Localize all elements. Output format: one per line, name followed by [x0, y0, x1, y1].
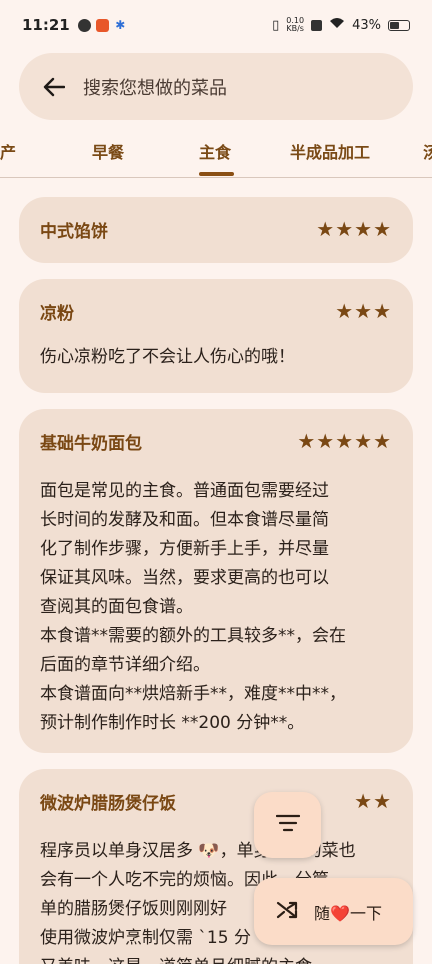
tab-semi-finished[interactable]: 半成品加工 [290, 139, 370, 163]
sort-icon [275, 814, 300, 836]
system-icons: ▯ 0.10 KB/s 43% [272, 17, 410, 33]
battery-percent: 43% [352, 17, 381, 33]
status-bar: 11:21 ✱ ▯ 0.10 KB/s 43% [0, 0, 432, 50]
shuffle-icon [276, 900, 298, 924]
app-notification-icon [95, 18, 109, 32]
recipe-title: 凉粉 [40, 303, 74, 324]
recipe-title: 微波炉腊肠煲仔饭 [40, 793, 176, 814]
sort-button[interactable] [254, 792, 321, 858]
recipe-card[interactable]: 基础牛奶面包 ★★★★★ 面包是常见的主食。普通面包需要经过 长时间的发酵及和面… [19, 409, 413, 753]
label-pre: 随 [314, 903, 331, 923]
selected-tab-indicator [199, 172, 234, 176]
bluetooth-icon: ✱ [115, 17, 126, 32]
recipe-card[interactable]: 凉粉 ★★★ 伤心凉粉吃了不会让人伤心的哦！ [19, 279, 413, 393]
tab-breakfast[interactable]: 早餐 [92, 139, 124, 163]
category-tabs: 产 早餐 主食 半成品加工 汤 [0, 120, 432, 178]
battery-icon [388, 19, 410, 31]
star-rating: ★★ [354, 789, 392, 813]
label-post: 一下 [349, 903, 382, 923]
search-bar[interactable]: 搜索您想做的菜品 [19, 53, 413, 120]
sim-icon [311, 19, 323, 31]
recipe-title: 中式馅饼 [40, 221, 108, 242]
recipe-title: 基础牛奶面包 [40, 433, 142, 454]
recipe-description: 伤心凉粉吃了不会让人伤心的哦！ [40, 347, 295, 367]
star-rating: ★★★★★ [297, 429, 392, 453]
tab-partial-left[interactable]: 产 [0, 139, 16, 163]
recipe-description: 面包是常见的主食。普通面包需要经过 长时间的发酵及和面。但本食谱尽量简 化了制作… [40, 481, 346, 733]
random-button-label: 随❤️一下 [314, 900, 382, 924]
search-input[interactable]: 搜索您想做的菜品 [83, 74, 227, 100]
network-speed: 0.10 KB/s [286, 17, 304, 33]
tab-staple[interactable]: 主食 [199, 139, 231, 163]
net-speed-unit: KB/s [286, 24, 304, 33]
recipe-card[interactable]: 中式馅饼 ★★★★ [19, 197, 413, 263]
random-recipe-button[interactable]: 随❤️一下 [254, 878, 413, 945]
wifi-icon [329, 17, 345, 33]
notification-icons: ✱ [77, 17, 127, 32]
status-time: 11:21 [22, 16, 70, 34]
app-notification-icon [77, 18, 91, 32]
star-rating: ★★★★ [316, 217, 392, 241]
arrow-left-icon[interactable] [41, 74, 67, 100]
tab-partial-right[interactable]: 汤 [423, 139, 432, 163]
star-rating: ★★★ [335, 299, 392, 323]
vibrate-icon: ▯ [272, 17, 280, 33]
heart-icon: ❤️ [330, 903, 350, 923]
